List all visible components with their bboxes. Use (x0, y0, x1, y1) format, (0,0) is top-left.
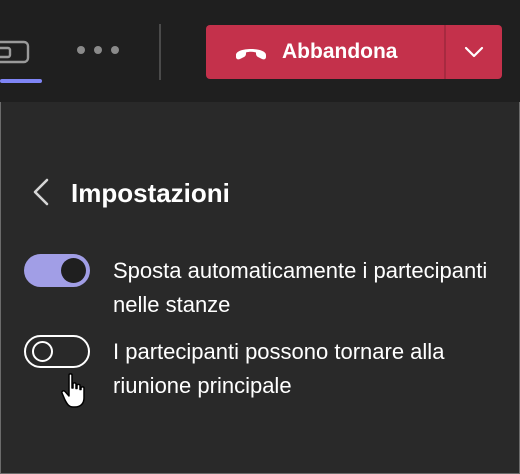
panel-title: Impostazioni (71, 178, 230, 208)
return-to-main-toggle[interactable] (24, 335, 90, 368)
auto-move-label: Sposta automaticamente i partecipanti ne… (113, 258, 488, 317)
toggle-knob (61, 258, 86, 283)
more-options-icon[interactable] (77, 38, 119, 62)
hand-cursor-icon (61, 373, 85, 408)
auto-move-toggle[interactable] (24, 254, 90, 287)
chevron-left-icon[interactable] (30, 176, 52, 208)
active-tab-indicator (0, 79, 42, 83)
meeting-toolbar: Abbandona (0, 0, 520, 102)
chevron-down-icon (464, 46, 484, 58)
hang-up-icon (236, 49, 266, 60)
leave-button[interactable]: Abbandona (206, 25, 444, 79)
leave-options-button[interactable] (446, 25, 502, 79)
toggle-knob (32, 341, 53, 362)
return-to-main-label: I partecipanti possono tornare alla riun… (113, 339, 445, 398)
toolbar-divider (159, 24, 161, 80)
leave-label: Abbandona (282, 40, 398, 63)
share-screen-icon[interactable] (0, 34, 30, 66)
leave-button-group: Abbandona (206, 25, 502, 79)
